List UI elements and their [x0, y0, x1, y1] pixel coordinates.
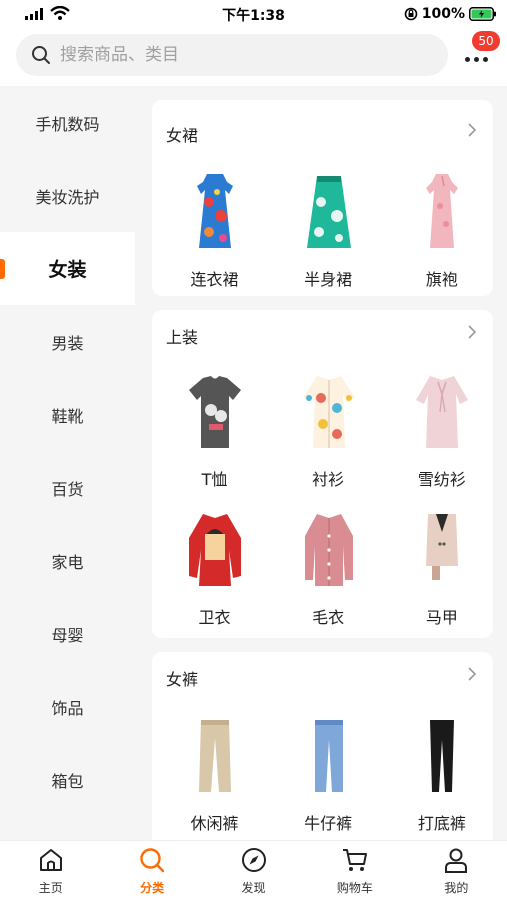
cart-icon — [342, 849, 367, 871]
product-label: T恤 — [201, 470, 228, 489]
tab-category[interactable]: 分类 — [101, 841, 202, 900]
sidebar-item-beauty[interactable]: 美妆洗护 — [0, 159, 135, 232]
status-bar: 下午1:38 100% — [0, 0, 507, 28]
sidebar-item-general[interactable]: 百货 — [0, 451, 135, 524]
compass-icon — [241, 848, 266, 872]
top-bar: 50 — [0, 28, 507, 86]
product-label: 休闲裤 — [190, 814, 239, 833]
product-casual-pants[interactable]: 休闲裤 — [162, 716, 266, 836]
product-half-skirt[interactable]: 半身裙 — [276, 172, 380, 292]
product-jeans[interactable]: 牛仔裤 — [276, 716, 380, 836]
tab-label: 发现 — [241, 881, 266, 895]
casual-pants-image — [199, 720, 231, 792]
dress-image — [197, 174, 233, 248]
sidebar-item-label: 鞋靴 — [51, 406, 84, 426]
sidebar-item-appliances[interactable]: 家电 — [0, 524, 135, 597]
product-tshirt[interactable]: T恤 — [162, 372, 266, 492]
user-icon — [445, 848, 468, 873]
product-label: 卫衣 — [198, 608, 231, 627]
product-label: 雪纺衫 — [417, 470, 466, 489]
search-input[interactable] — [60, 45, 420, 65]
sidebar-item-label: 家电 — [51, 552, 84, 572]
sidebar-item-label: 美妆洗护 — [35, 187, 100, 207]
sidebar-item-baby[interactable]: 母婴 — [0, 597, 135, 670]
product-dress[interactable]: 连衣裙 — [162, 172, 266, 292]
tab-label: 主页 — [38, 881, 63, 895]
category-content: 女裙 连衣裙 半身裙 旗袍 上装 T恤 衬衫 雪纺衫 卫衣 毛衣 马甲 女裤 休… — [135, 86, 507, 840]
active-indicator — [0, 259, 5, 279]
sweater-image — [304, 514, 353, 586]
sidebar-item-bags[interactable]: 箱包 — [0, 743, 135, 816]
section-title: 上装 — [166, 328, 199, 347]
tab-label: 我的 — [444, 881, 469, 895]
product-label: 旗袍 — [425, 270, 458, 289]
product-label: 打底裤 — [417, 814, 466, 833]
tab-discover[interactable]: 发现 — [203, 841, 304, 900]
product-sweater[interactable]: 毛衣 — [276, 510, 380, 630]
product-label: 衬衫 — [312, 470, 345, 489]
product-label: 半身裙 — [304, 270, 353, 289]
rotation-lock-icon — [404, 7, 418, 21]
tshirt-image — [189, 376, 241, 448]
home-icon — [39, 849, 62, 871]
sidebar-item-digital[interactable]: 手机数码 — [0, 86, 135, 159]
product-hoodie[interactable]: 卫衣 — [162, 510, 266, 630]
product-label: 毛衣 — [312, 608, 345, 627]
section-header[interactable]: 上装 — [152, 310, 493, 360]
tab-label: 购物车 — [336, 881, 373, 895]
product-chiffon[interactable]: 雪纺衫 — [389, 372, 493, 492]
chevron-right-icon — [468, 123, 477, 137]
product-leggings[interactable]: 打底裤 — [389, 716, 493, 836]
section-skirts: 女裙 连衣裙 半身裙 旗袍 — [152, 100, 493, 296]
sidebar-item-label: 手机数码 — [35, 114, 100, 134]
product-vest[interactable]: 马甲 — [389, 510, 493, 630]
section-pants: 女裤 休闲裤 牛仔裤 打底裤 — [152, 652, 493, 840]
shirt-image — [302, 376, 355, 448]
sidebar-item-womens[interactable]: 女装 — [0, 232, 135, 305]
category-sidebar: 手机数码 美妆洗护 女装 男装 鞋靴 百货 家电 母婴 饰品 箱包 — [0, 86, 135, 840]
product-label: 连衣裙 — [190, 270, 239, 289]
tab-home[interactable]: 主页 — [0, 841, 101, 900]
chevron-right-icon — [468, 325, 477, 339]
qipao-image — [426, 174, 459, 248]
sidebar-item-label: 男装 — [51, 333, 84, 353]
message-badge: 50 — [472, 31, 500, 51]
section-title: 女裙 — [166, 126, 199, 145]
sidebar-item-label: 母婴 — [51, 625, 84, 645]
sidebar-item-label: 女装 — [48, 259, 87, 281]
product-qipao[interactable]: 旗袍 — [389, 172, 493, 292]
sidebar-item-shoes[interactable]: 鞋靴 — [0, 378, 135, 451]
product-label: 牛仔裤 — [304, 814, 353, 833]
chiffon-image — [416, 376, 469, 448]
section-tops: 上装 T恤 衬衫 雪纺衫 卫衣 毛衣 马甲 — [152, 310, 493, 638]
sidebar-item-label: 饰品 — [51, 698, 84, 718]
sidebar-item-mens[interactable]: 男装 — [0, 305, 135, 378]
tab-bar: 主页 分类 发现 购物车 我的 — [0, 840, 507, 900]
search-bar[interactable] — [16, 34, 448, 76]
sidebar-item-label: 百货 — [51, 479, 84, 499]
section-title: 女裤 — [166, 670, 199, 689]
jeans-image — [314, 720, 343, 792]
tab-profile[interactable]: 我的 — [406, 841, 507, 900]
search-icon — [32, 46, 50, 64]
sidebar-item-label: 箱包 — [51, 771, 84, 791]
leggings-image — [430, 720, 455, 792]
search-icon — [140, 848, 165, 873]
section-header[interactable]: 女裤 — [152, 652, 493, 702]
skirt-image — [306, 176, 351, 248]
vest-image — [426, 514, 459, 580]
tab-label: 分类 — [140, 881, 165, 895]
product-shirt[interactable]: 衬衫 — [276, 372, 380, 492]
chevron-right-icon — [468, 667, 477, 681]
hoodie-image — [189, 514, 241, 586]
sidebar-item-jewelry[interactable]: 饰品 — [0, 670, 135, 743]
battery-icon — [469, 7, 496, 21]
product-label: 马甲 — [425, 608, 458, 627]
section-header[interactable]: 女裙 — [152, 100, 493, 150]
battery-percent: 100% — [421, 6, 465, 22]
more-dots-icon — [465, 57, 488, 62]
tab-cart[interactable]: 购物车 — [304, 841, 405, 900]
